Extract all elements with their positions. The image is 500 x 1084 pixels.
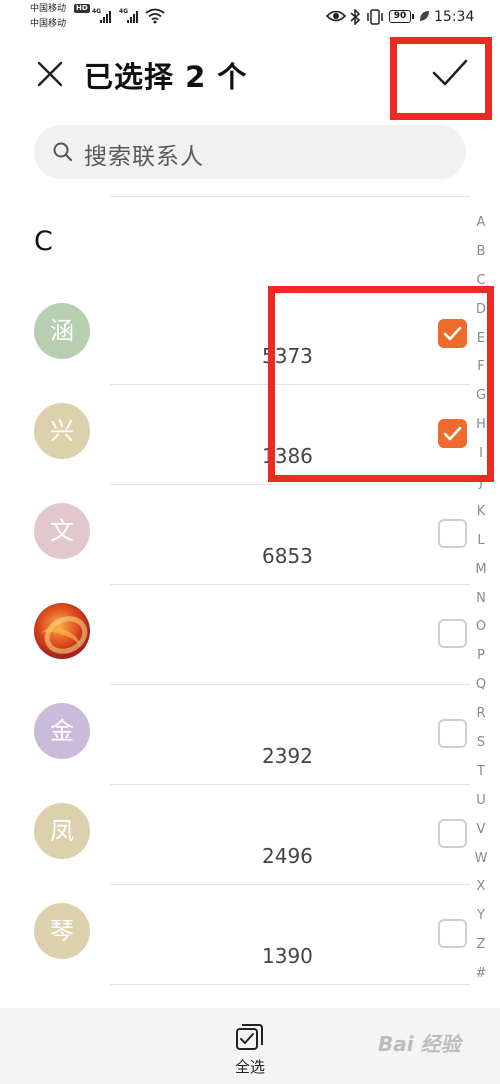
checkmark-icon[interactable] [430,56,470,90]
avatar: 文 [34,503,90,559]
index-letter[interactable]: L [472,527,490,556]
contact-checkbox[interactable] [438,919,467,948]
check-icon [443,426,462,441]
index-letter[interactable]: P [472,642,490,671]
contact-checkbox[interactable] [438,419,467,448]
contact-checkbox[interactable] [438,519,467,548]
avatar: 凤 [34,803,90,859]
contact-phone: 6853 [262,544,313,568]
divider [110,984,470,985]
avatar: 琴 [34,903,90,959]
contact-row[interactable] [0,602,470,702]
index-letter[interactable]: I [472,440,490,469]
leaf-icon [420,11,429,21]
index-letter[interactable]: X [472,873,490,902]
index-letter[interactable]: F [472,353,490,382]
index-letter[interactable]: E [472,325,490,354]
index-letter[interactable]: K [472,498,490,527]
index-letter[interactable]: B [472,238,490,267]
check-icon [443,326,462,341]
contact-checkbox[interactable] [438,319,467,348]
contact-phone: 1386 [262,444,313,468]
index-letter[interactable]: C [472,267,490,296]
carrier-1: 中国移动 [30,4,67,14]
contact-phone: 2496 [262,844,313,868]
wifi-icon [145,8,165,24]
contact-checkbox[interactable] [438,819,467,848]
status-bar: 中国移动 HD 中国移动 4G 4G 90 15:34 [0,0,500,36]
contact-row[interactable]: 文 6853 [0,502,470,602]
avatar: 兴 [34,403,90,459]
index-letter[interactable]: Q [472,671,490,700]
page-title: 已选择 2 个 [84,60,248,94]
avatar-photo [34,603,90,659]
contact-phone: 5373 [262,344,313,368]
index-letter[interactable]: H [472,411,490,440]
contact-phone: 1390 [262,944,313,968]
index-letter[interactable]: A [472,209,490,238]
alphabet-index[interactable]: A B C D E F G H I J K L M N O P Q R S T U V W X Y Z # [472,209,490,989]
battery-icon: 90 [389,10,414,23]
bluetooth-icon [350,9,361,25]
select-all-icon [236,1024,263,1050]
index-letter[interactable]: S [472,729,490,758]
contact-row[interactable]: 金 2392 [0,702,470,802]
divider [110,884,470,885]
index-letter[interactable]: R [472,700,490,729]
contact-row[interactable]: 涵 5373 [0,302,470,402]
carrier-2: 中国移动 [30,19,67,29]
watermark: Bai 经验 [378,1032,461,1056]
index-letter[interactable]: U [472,787,490,816]
clock: 15:34 [434,9,475,25]
index-letter[interactable]: Y [472,902,490,931]
select-all-label: 全选 [234,1058,265,1076]
search-input[interactable]: 搜索联系人 [34,125,466,179]
divider [110,384,470,385]
contact-checkbox[interactable] [438,719,467,748]
eye-icon [326,10,346,22]
close-icon[interactable] [34,58,66,90]
signal-icon: 4G [119,8,141,24]
divider [110,484,470,485]
divider [110,784,470,785]
index-letter[interactable]: Z [472,931,490,960]
contact-row[interactable]: 兴 1386 [0,402,470,502]
divider [110,684,470,685]
index-letter[interactable]: O [472,613,490,642]
search-placeholder: 搜索联系人 [84,144,204,170]
signal-icon: 4G [92,8,114,24]
contact-row[interactable]: 琴 1390 [0,902,470,1002]
hd-badge: HD [74,4,90,13]
index-letter[interactable]: J [472,469,490,498]
index-letter[interactable]: W [472,845,490,874]
index-letter[interactable]: G [472,382,490,411]
avatar: 金 [34,703,90,759]
avatar: 涵 [34,303,90,359]
index-letter[interactable]: # [472,960,490,989]
divider [110,196,470,197]
contact-checkbox[interactable] [438,619,467,648]
search-icon [53,142,73,162]
contact-phone: 2392 [262,744,313,768]
vibrate-icon [367,9,383,25]
divider [110,584,470,585]
index-letter[interactable]: N [472,585,490,614]
select-all-button[interactable]: 全选 [220,1020,280,1080]
index-letter[interactable]: D [472,296,490,325]
index-letter[interactable]: M [472,556,490,585]
section-header: C [34,226,53,257]
index-letter[interactable]: T [472,758,490,787]
contact-row[interactable]: 凤 2496 [0,802,470,902]
index-letter[interactable]: V [472,816,490,845]
